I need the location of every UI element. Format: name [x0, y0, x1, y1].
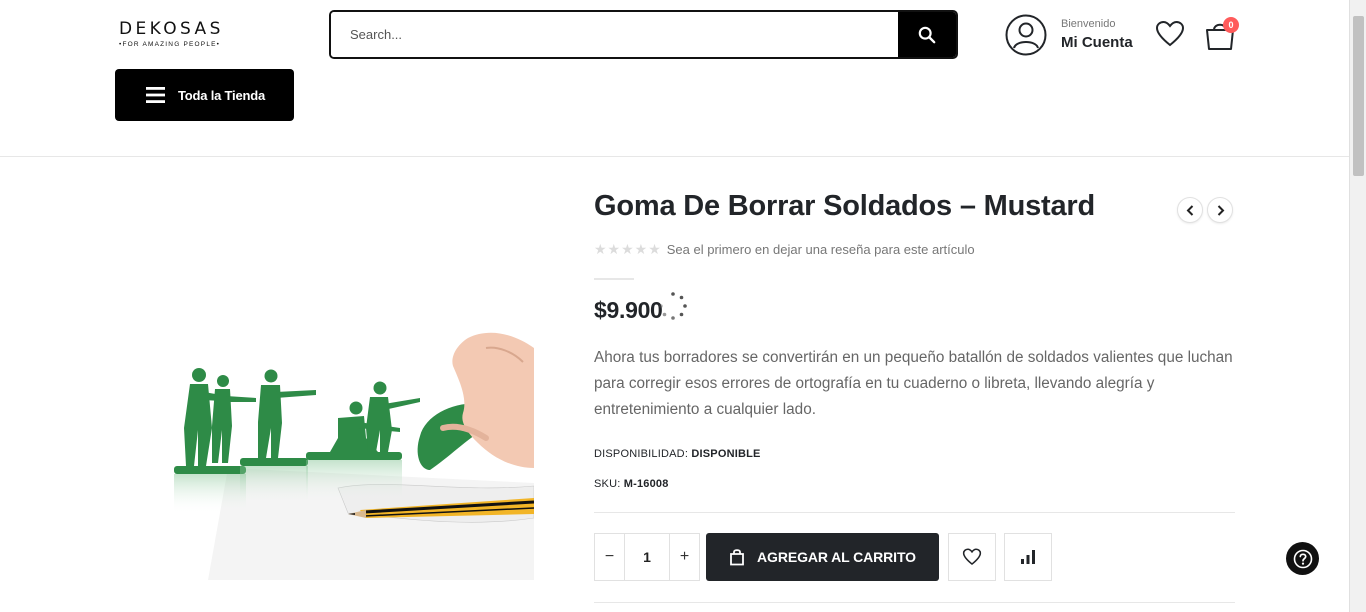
product-description: Ahora tus borradores se convertirán en u… [594, 349, 1233, 418]
add-to-cart-label: AGREGAR AL CARRITO [757, 549, 916, 565]
help-button[interactable] [1286, 542, 1319, 575]
sku-label: SKU: [594, 478, 621, 490]
add-to-wishlist-button[interactable] [948, 533, 996, 581]
search-input[interactable] [331, 12, 898, 57]
site-header: DEKOSAS •FOR AMAZING PEOPLE• Bienvenido … [0, 0, 1349, 157]
availability: DISPONIBILIDAD: DISPONIBLE [594, 448, 761, 460]
menu-icon [146, 87, 165, 103]
prev-product-button[interactable] [1177, 197, 1203, 223]
account-greeting: Bienvenido [1061, 18, 1116, 30]
bag-icon [730, 549, 744, 566]
heart-icon [962, 548, 982, 566]
wishlist-heart-icon[interactable] [1155, 20, 1185, 48]
quantity-stepper: − + [594, 533, 700, 581]
quantity-plus-button[interactable]: + [670, 534, 699, 580]
star-rating: ★★★★★ [594, 241, 662, 257]
divider [594, 278, 634, 280]
account-label: Mi Cuenta [1061, 34, 1133, 51]
product-title: Goma De Borrar Soldados – Mustard [594, 190, 1096, 222]
product-image[interactable] [168, 318, 534, 580]
search-button[interactable] [898, 12, 956, 57]
product-nav [1177, 197, 1233, 223]
scrollbar-thumb[interactable] [1353, 16, 1364, 176]
loading-spinner-icon [659, 292, 687, 320]
search-bar [329, 10, 958, 59]
add-to-cart-button[interactable]: AGREGAR AL CARRITO [706, 533, 939, 581]
search-icon [918, 26, 936, 43]
compare-icon [1021, 550, 1035, 564]
menu-label: Toda la Tienda [178, 87, 266, 103]
logo[interactable]: DEKOSAS •FOR AMAZING PEOPLE• [119, 19, 234, 48]
next-product-button[interactable] [1207, 197, 1233, 223]
product-photo [168, 318, 534, 580]
review-prompt-link[interactable]: Sea el primero en dejar una reseña para … [667, 242, 975, 257]
compare-button[interactable] [1004, 533, 1052, 581]
chevron-right-icon [1217, 204, 1224, 216]
sku: SKU: M-16008 [594, 478, 669, 490]
cart-button[interactable]: 0 [1204, 17, 1239, 52]
product-price: $9.900 [594, 297, 663, 323]
sku-value: M-16008 [623, 478, 669, 490]
quantity-minus-button[interactable]: − [595, 534, 624, 580]
page-scrollbar[interactable] [1349, 0, 1366, 612]
account-link[interactable]: Bienvenido Mi Cuenta [1005, 14, 1133, 56]
all-store-menu-button[interactable]: Toda la Tienda [115, 69, 294, 121]
help-icon [1293, 549, 1312, 568]
divider [594, 512, 1235, 513]
logo-tagline: •FOR AMAZING PEOPLE• [119, 41, 221, 48]
user-icon [1005, 14, 1047, 56]
logo-text: DEKOSAS [119, 19, 224, 39]
cart-count-badge: 0 [1223, 17, 1239, 33]
availability-value: DISPONIBLE [691, 448, 761, 460]
divider [594, 602, 1235, 603]
availability-label: DISPONIBILIDAD: [594, 448, 689, 460]
product-rating: ★★★★★ Sea el primero en dejar una reseña… [594, 241, 975, 258]
chevron-left-icon [1186, 204, 1193, 216]
quantity-input[interactable] [624, 534, 670, 580]
